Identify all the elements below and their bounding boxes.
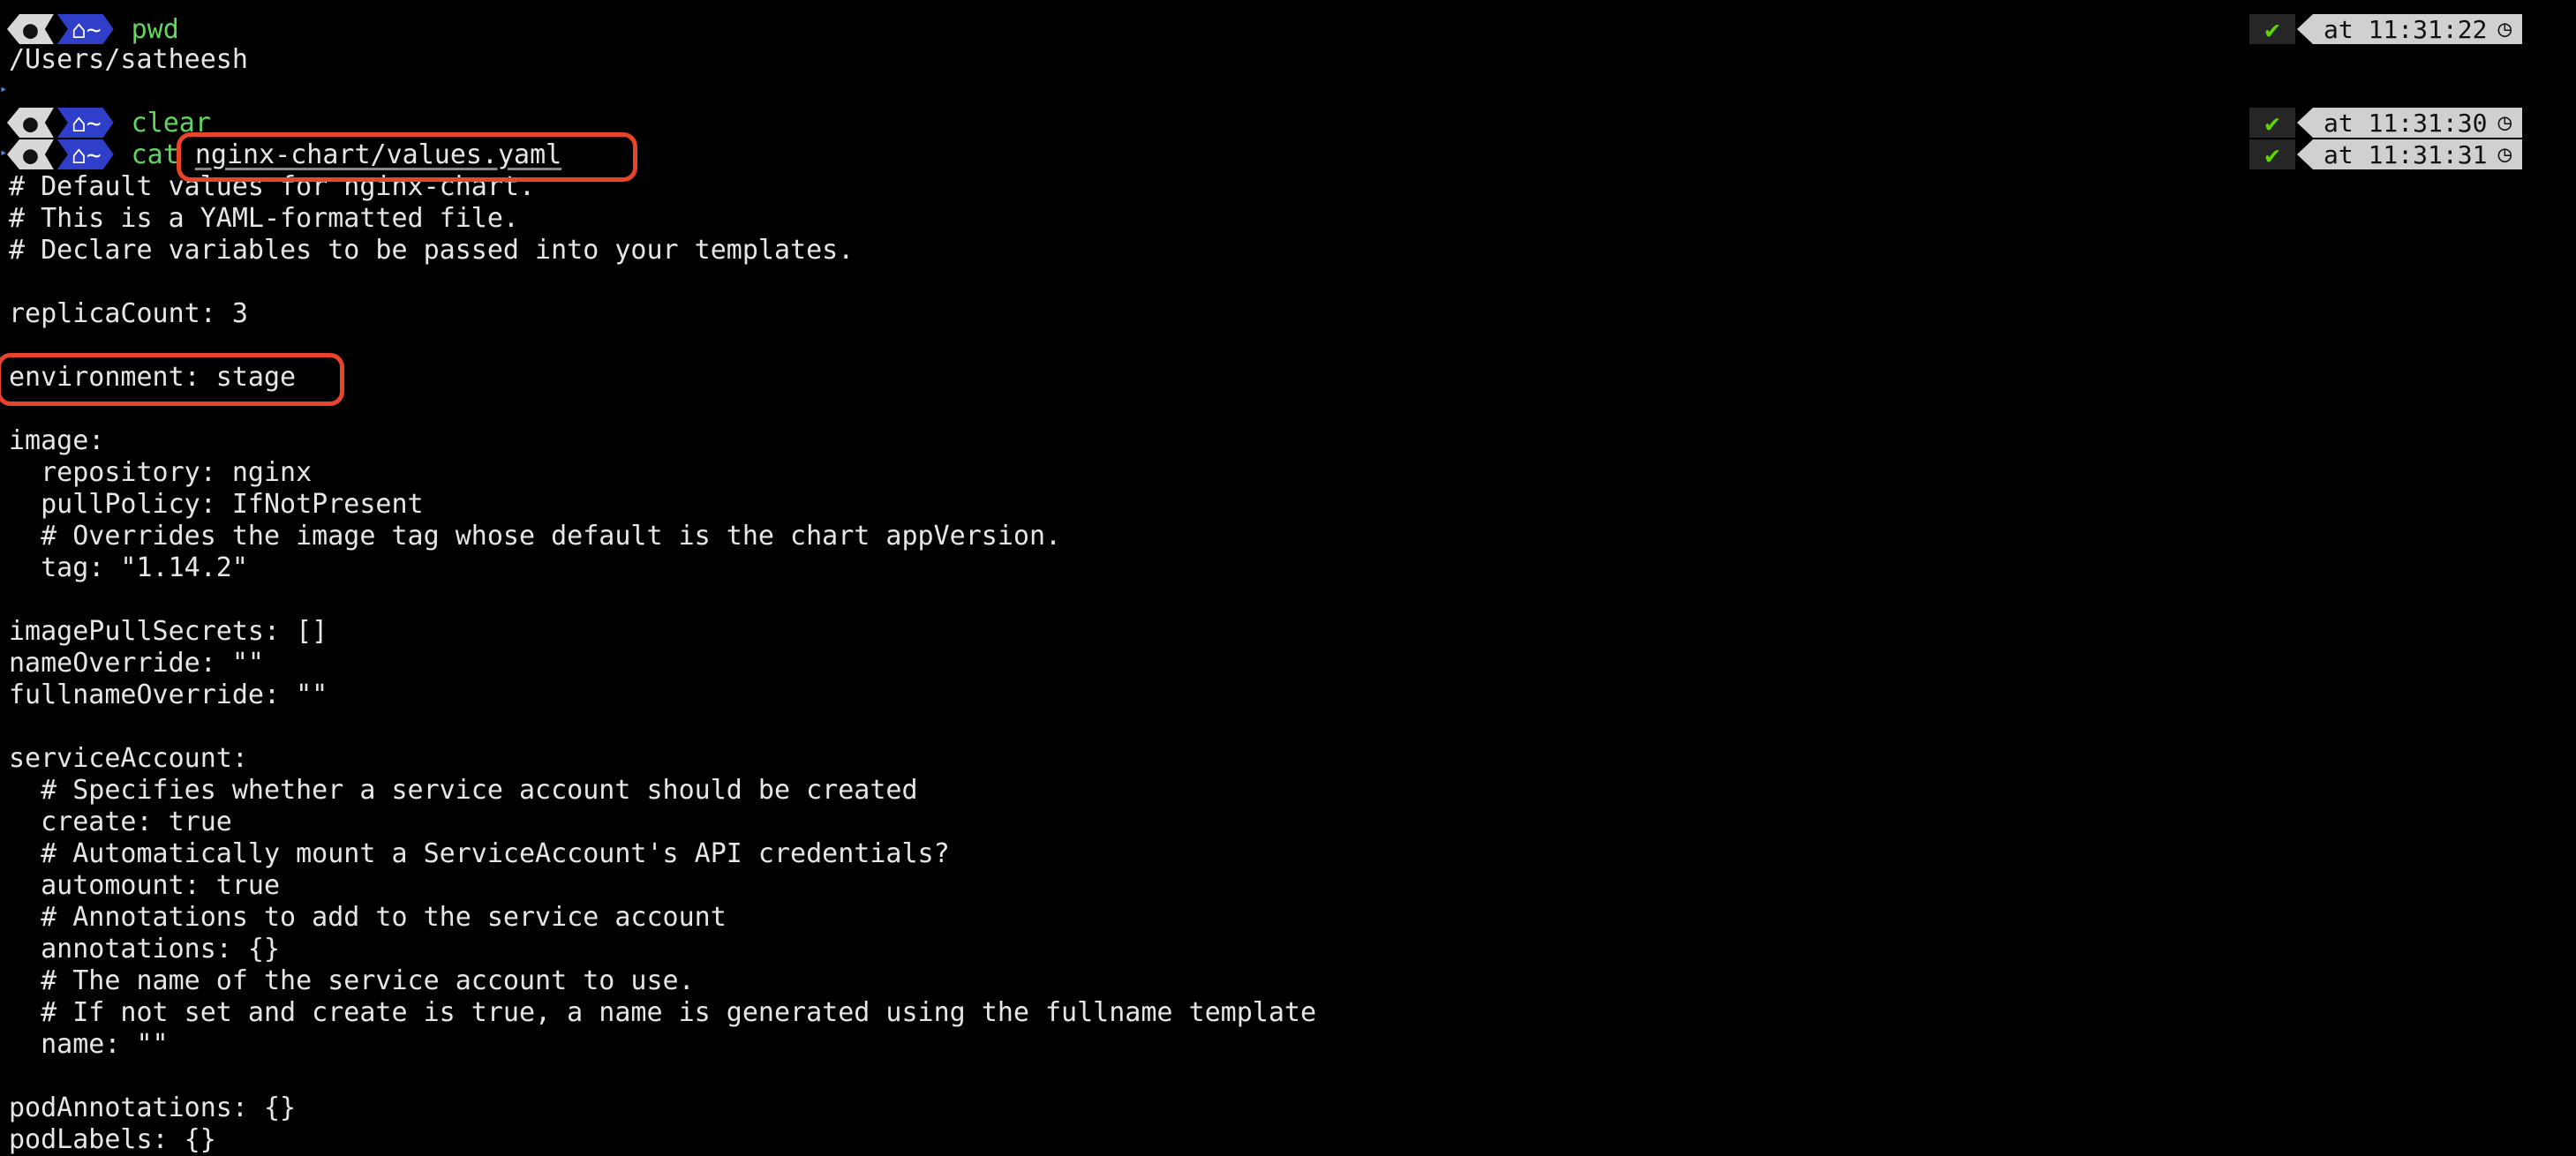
apple-icon: ● bbox=[7, 108, 54, 138]
check-icon: ✔ bbox=[2249, 14, 2295, 44]
yaml-line: image: bbox=[9, 425, 105, 456]
clock-icon: ◷ bbox=[2497, 16, 2512, 42]
yaml-line: nameOverride: "" bbox=[9, 648, 264, 679]
yaml-line: # Annotations to add to the service acco… bbox=[9, 902, 727, 933]
timestamp-segment: at 11:31:30 ◷ bbox=[2297, 108, 2523, 138]
apple-icon: ● bbox=[7, 139, 54, 169]
caret-icon: ▸ bbox=[0, 146, 8, 160]
yaml-line: imagePullSecrets: [] bbox=[9, 616, 328, 647]
right-prompt-cat: ✔ at 11:31:31 ◷ bbox=[2249, 139, 2523, 169]
command-text: pwd bbox=[131, 13, 179, 45]
home-icon: ⌂ bbox=[71, 108, 87, 138]
right-prompt-clear: ✔ at 11:31:30 ◷ bbox=[2249, 108, 2523, 138]
yaml-line: serviceAccount: bbox=[9, 743, 248, 774]
timestamp-segment: at 11:31:31 ◷ bbox=[2297, 139, 2523, 169]
yaml-line: create: true bbox=[9, 807, 232, 837]
home-icon: ⌂ bbox=[71, 139, 87, 169]
yaml-line: replicaCount: 3 bbox=[9, 298, 248, 329]
timestamp: at 11:31:22 bbox=[2324, 14, 2488, 44]
pwd-output: /Users/satheesh bbox=[9, 44, 248, 75]
timestamp: at 11:31:30 bbox=[2324, 108, 2488, 138]
terminal-window[interactable]: ● ⌂ ~ pwd ✔ at 11:31:22 ◷ /Users/satheesh… bbox=[0, 0, 2576, 1155]
check-icon: ✔ bbox=[2249, 139, 2295, 169]
prompt-dir-segment: ⌂ ~ bbox=[57, 108, 114, 138]
yaml-line: annotations: {} bbox=[9, 934, 281, 965]
yaml-line: # Specifies whether a service account sh… bbox=[9, 775, 918, 806]
yaml-line: podAnnotations: {} bbox=[9, 1092, 297, 1123]
yaml-line: # Declare variables to be passed into yo… bbox=[9, 235, 855, 266]
prompt-line-clear: ● ⌂ ~ clear bbox=[7, 108, 211, 139]
prompt-dir-segment: ⌂ ~ bbox=[57, 139, 114, 169]
timestamp: at 11:31:31 bbox=[2324, 139, 2488, 169]
right-prompt-pwd: ✔ at 11:31:22 ◷ bbox=[2249, 14, 2523, 44]
yaml-line: repository: nginx bbox=[9, 457, 313, 488]
home-icon: ⌂ bbox=[71, 14, 87, 44]
check-icon: ✔ bbox=[2249, 108, 2295, 138]
prompt-dir-segment: ⌂ ~ bbox=[57, 14, 114, 44]
yaml-line: # Overrides the image tag whose default … bbox=[9, 521, 1062, 552]
yaml-line: # If not set and create is true, a name … bbox=[9, 997, 1317, 1028]
clock-icon: ◷ bbox=[2497, 141, 2512, 168]
highlight-box-command bbox=[177, 132, 637, 182]
yaml-line: name: "" bbox=[9, 1029, 169, 1060]
yaml-line: podLabels: {} bbox=[9, 1124, 216, 1155]
clock-icon: ◷ bbox=[2497, 109, 2512, 136]
yaml-line: pullPolicy: IfNotPresent bbox=[9, 489, 424, 520]
yaml-line: # The name of the service account to use… bbox=[9, 965, 695, 996]
prompt-line-pwd: ● ⌂ ~ pwd bbox=[7, 13, 179, 45]
apple-icon: ● bbox=[7, 14, 54, 44]
highlight-box-environment bbox=[0, 353, 344, 406]
yaml-line: tag: "1.14.2" bbox=[9, 552, 248, 583]
yaml-line: fullnameOverride: "" bbox=[9, 679, 328, 710]
yaml-line: automount: true bbox=[9, 870, 281, 901]
caret-icon: ▸ bbox=[0, 82, 8, 96]
yaml-line: # Automatically mount a ServiceAccount's… bbox=[9, 838, 950, 869]
timestamp-segment: at 11:31:22 ◷ bbox=[2297, 14, 2523, 44]
yaml-line: # This is a YAML-formatted file. bbox=[9, 203, 519, 234]
